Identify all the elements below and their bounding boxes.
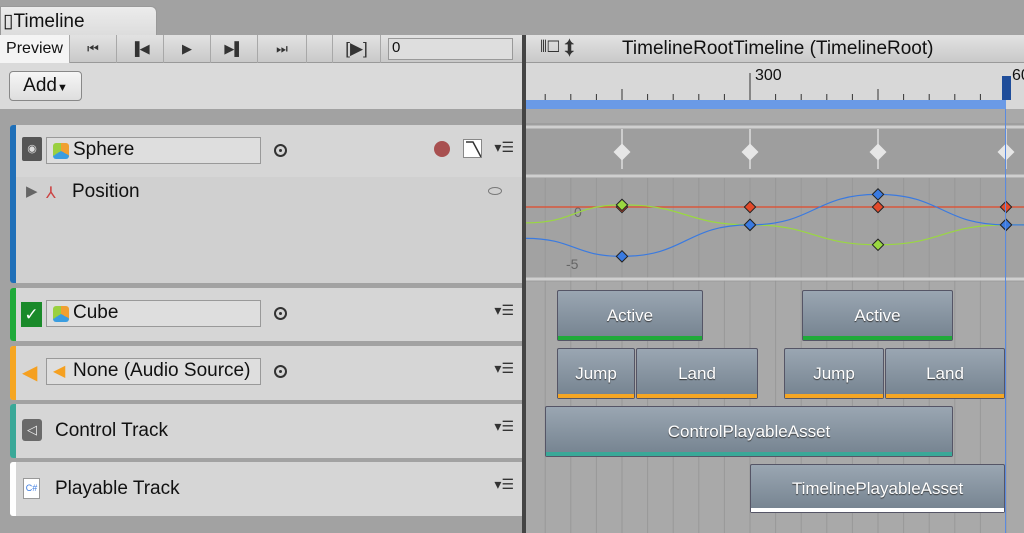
view-toggle-icon[interactable]: ⦀☐ ⬍ <box>540 39 574 57</box>
property-name: Position <box>72 181 140 202</box>
checkmark-icon[interactable]: ✓ <box>21 302 42 327</box>
expand-arrow-icon[interactable]: ▶ <box>26 182 38 200</box>
curve-key-z <box>743 218 757 232</box>
activation-clip[interactable]: Active <box>557 290 703 341</box>
play-range-button[interactable]: [▶] <box>333 35 381 63</box>
record-icon[interactable] <box>434 141 450 157</box>
audio-clip[interactable]: Jump <box>784 348 884 399</box>
previous-frame-icon[interactable]: ▐◀ <box>117 35 164 63</box>
gameobject-icon <box>53 306 69 322</box>
playhead-handle[interactable] <box>1002 76 1011 100</box>
track-menu-icon[interactable]: ▾☰ <box>494 476 514 493</box>
track-name: Control Track <box>55 420 168 441</box>
curve-y <box>526 204 1024 246</box>
track-menu-icon[interactable]: ▾☰ <box>494 418 514 435</box>
keyframe-diamond <box>741 143 759 161</box>
frame-input[interactable]: 0 <box>388 38 513 60</box>
curves-toggle-icon[interactable] <box>463 139 482 158</box>
clip-color-bar <box>558 336 702 340</box>
go-to-start-icon[interactable]: ⏮ <box>70 35 117 63</box>
track-name: Playable Track <box>55 478 180 499</box>
curve-key-x <box>999 200 1013 214</box>
dropdown-arrow-icon: ▼ <box>56 82 68 94</box>
audio-track[interactable]: ◀ ◀ None (Audio Source) ▾☰ <box>10 346 522 400</box>
clip-color-bar <box>751 508 1004 512</box>
clip-color-bar <box>546 452 952 456</box>
audio-clip[interactable]: Jump <box>557 348 635 399</box>
timeline-area: 0 -5 Active Active Jump Land Jump Land C… <box>526 109 1024 533</box>
time-ruler[interactable]: 300 60 <box>526 63 1024 109</box>
add-row: Add▼ <box>0 63 522 109</box>
object-picker-icon[interactable] <box>274 144 287 157</box>
binding-field[interactable]: ◀ None (Audio Source) <box>46 358 261 385</box>
track-color-stripe <box>10 404 16 458</box>
toolbar-spacer <box>307 35 333 63</box>
animation-track[interactable]: ◉ Sphere ▾☰ ▶ ⅄ Position <box>10 125 522 283</box>
binding-field[interactable]: Sphere <box>46 137 261 164</box>
curve-key-x <box>743 200 757 214</box>
activation-track[interactable]: ✓ Cube ▾☰ <box>10 288 522 341</box>
curve-z <box>526 193 1024 257</box>
timeline-tab[interactable]: ▯Timeline <box>0 6 157 36</box>
activation-clip[interactable]: Active <box>802 290 953 341</box>
curve-key-x <box>871 200 885 214</box>
keyframe-diamond <box>613 143 631 161</box>
clip-color-bar <box>803 336 952 340</box>
playable-track[interactable]: C# Playable Track ▾☰ <box>10 462 522 516</box>
track-color-stripe <box>10 462 16 516</box>
playhead-line <box>1005 109 1006 533</box>
track-menu-icon[interactable]: ▾☰ <box>494 302 514 319</box>
breadcrumb-bar: ⦀☐ ⬍ TimelineRootTimeline (TimelineRoot) <box>526 35 1024 63</box>
keyframe-toggle-icon[interactable] <box>488 187 502 195</box>
ruler-ticks <box>544 73 1007 100</box>
curve-key-z <box>999 218 1013 232</box>
curve-key-z <box>871 188 885 201</box>
unity-logo-icon: ◁ <box>22 419 42 441</box>
curve-key-y <box>871 238 885 252</box>
audio-clip[interactable]: Land <box>885 348 1005 399</box>
next-frame-icon[interactable]: ▶▌ <box>211 35 258 63</box>
playback-toolbar: Preview ⏮ ▐◀ ▶ ▶▌ ⏭ [▶] 0 <box>0 35 522 63</box>
breadcrumb[interactable]: TimelineRootTimeline (TimelineRoot) <box>622 38 933 60</box>
control-track[interactable]: ◁ Control Track ▾☰ <box>10 404 522 458</box>
audio-clip[interactable]: Land <box>636 348 758 399</box>
clip-color-bar <box>886 394 1004 398</box>
play-icon[interactable]: ▶ <box>164 35 211 63</box>
keyframe-diamond <box>869 143 887 161</box>
csharp-script-icon: C# <box>23 478 40 499</box>
curve-key-z <box>615 249 629 263</box>
transform-axis-icon: ⅄ <box>46 185 56 202</box>
audio-source-icon: ◀ <box>53 363 66 380</box>
gameobject-icon <box>53 143 69 159</box>
binding-field[interactable]: Cube <box>46 300 261 327</box>
go-to-end-icon[interactable]: ⏭ <box>258 35 307 63</box>
track-menu-icon[interactable]: ▾☰ <box>494 139 514 156</box>
control-clip[interactable]: ControlPlayableAsset <box>545 406 953 457</box>
preview-button[interactable]: Preview <box>0 35 70 63</box>
track-color-stripe <box>10 288 16 341</box>
playable-clip[interactable]: TimelinePlayableAsset <box>750 464 1005 513</box>
keyframe-diamond <box>997 143 1015 161</box>
speaker-icon: ◀ <box>22 362 38 384</box>
object-picker-icon[interactable] <box>274 307 287 320</box>
object-picker-icon[interactable] <box>274 365 287 378</box>
clip-color-bar <box>785 394 883 398</box>
animator-icon: ◉ <box>22 137 42 161</box>
track-menu-icon[interactable]: ▾☰ <box>494 360 514 377</box>
clip-color-bar <box>637 394 757 398</box>
window-icon: ▯ <box>3 11 14 32</box>
clip-color-bar <box>558 394 634 398</box>
track-color-stripe <box>10 346 16 400</box>
add-track-button[interactable]: Add▼ <box>9 71 82 101</box>
